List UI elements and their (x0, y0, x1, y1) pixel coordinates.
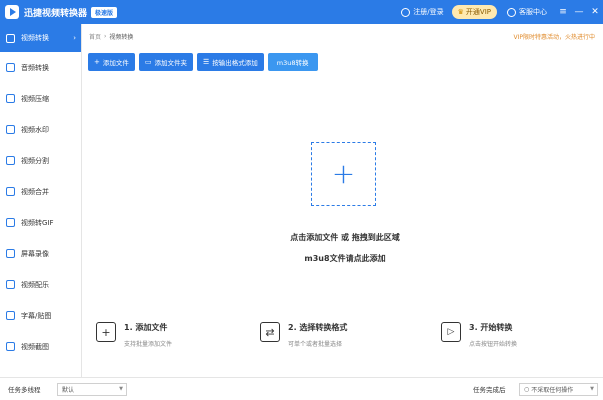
steps-guide: + 1. 添加文件 支持批量添加文件 ⇄ 2. 选择转换格式 可单个或者批量选择… (96, 322, 596, 354)
sidebar-item-label: 视频转GIF (21, 218, 54, 227)
minimize-icon[interactable]: — (571, 0, 587, 24)
chevron-right-icon: › (73, 34, 76, 42)
close-icon[interactable]: ✕ (587, 0, 603, 24)
user-icon (401, 7, 411, 17)
menu-icon[interactable]: ≡ (555, 0, 571, 24)
breadcrumb-current: 视频转换 (109, 33, 134, 41)
service-label: 客服中心 (519, 8, 547, 16)
subtitle-icon (6, 311, 15, 320)
screen-record-icon (6, 249, 15, 258)
breadcrumb-separator: › (104, 32, 107, 40)
vip-label: 开通VIP (465, 8, 491, 16)
add-file-icon: + (96, 322, 116, 342)
m3u8-add-link[interactable]: m3u8文件请点此添加 (250, 253, 440, 264)
compress-icon (6, 94, 15, 103)
step-desc: 可单个或者批量选择 (288, 341, 343, 348)
plus-icon: + (94, 58, 100, 66)
chevron-down-icon: ▼ (590, 386, 594, 392)
app-logo-icon (5, 5, 19, 19)
step-title: 1. 添加文件 (124, 323, 168, 332)
crown-icon: ♛ (457, 8, 464, 16)
sidebar-item-video-screenshot[interactable]: 视频截图 (0, 331, 81, 362)
add-file-label: 添加文件 (102, 59, 129, 67)
folder-icon: ▭ (144, 58, 152, 66)
vip-button[interactable]: ♛ 开通VIP (451, 5, 497, 19)
sidebar-item-label: 音频转换 (21, 63, 49, 72)
threads-value: 默认 (62, 386, 75, 394)
title-bar: 迅捷视频转换器 极速版 注册/登录 ♛ 开通VIP 客服中心 ≡ — ✕ (0, 0, 603, 24)
step-add-file: + 1. 添加文件 支持批量添加文件 (96, 322, 172, 348)
threads-select[interactable]: 默认 ▼ (57, 382, 127, 396)
sidebar-item-subtitle-sticker[interactable]: 字幕/贴图 (0, 300, 81, 331)
after-task-label: 任务完成后 (473, 386, 506, 394)
sidebar-item-label: 视频截图 (21, 342, 49, 351)
sidebar-item-video-merge[interactable]: 视频合并 (0, 176, 81, 207)
swap-icon: ⇄ (260, 322, 280, 342)
m3u8-convert-button[interactable]: m3u8转换 (267, 53, 318, 71)
after-task-value: 不采取任何操作 (531, 386, 574, 394)
sidebar: 视频转换 › 音频转换 视频压缩 视频水印 视频分割 视频合并 视频转GIF 屏… (0, 24, 82, 377)
edition-badge: 极速版 (91, 6, 118, 18)
add-folder-button[interactable]: ▭ 添加文件夹 (138, 53, 193, 71)
audio-icon (6, 63, 15, 72)
drop-zone[interactable]: + (311, 142, 376, 206)
play-icon: ▷ (441, 322, 461, 342)
split-icon (6, 156, 15, 165)
sidebar-item-video-watermark[interactable]: 视频水印 (0, 114, 81, 145)
status-bar: 任务多线程 默认 ▼ 任务完成后 ○ 不采取任何操作 ▼ (0, 377, 603, 400)
merge-icon (6, 187, 15, 196)
sidebar-item-video-gif[interactable]: 视频转GIF (0, 207, 81, 238)
breadcrumb: 首页 › 视频转换 VIP限时特惠活动，火热进行中 (83, 27, 603, 45)
step-select-format: ⇄ 2. 选择转换格式 可单个或者批量选择 (260, 322, 347, 348)
add-folder-label: 添加文件夹 (154, 59, 188, 67)
toolbar: + 添加文件 ▭ 添加文件夹 ☰ 按输出格式添加 m3u8转换 (88, 53, 322, 71)
sidebar-item-label: 视频合并 (21, 187, 49, 196)
step-desc: 点击按钮开始转换 (469, 341, 518, 348)
sidebar-item-audio-convert[interactable]: 音频转换 (0, 52, 81, 83)
drop-hint[interactable]: 点击添加文件 或 拖拽到此区域 (250, 232, 440, 243)
chevron-down-icon: ▼ (119, 386, 123, 392)
sidebar-item-video-music[interactable]: 视频配乐 (0, 269, 81, 300)
list-icon: ☰ (203, 58, 210, 66)
chat-icon (507, 7, 516, 17)
step-desc: 支持批量添加文件 (124, 341, 173, 348)
add-file-button[interactable]: + 添加文件 (88, 53, 135, 71)
app-title: 迅捷视频转换器 (24, 8, 88, 19)
sidebar-item-video-split[interactable]: 视频分割 (0, 145, 81, 176)
threads-label: 任务多线程 (8, 386, 41, 394)
watermark-icon (6, 125, 15, 134)
gif-icon (6, 218, 15, 227)
service-center-link[interactable]: 客服中心 (507, 7, 547, 17)
sidebar-item-label: 屏幕录像 (21, 249, 49, 258)
step-title: 3. 开始转换 (469, 323, 513, 332)
batch-add-button[interactable]: ☰ 按输出格式添加 (197, 53, 264, 71)
screenshot-icon (6, 342, 15, 351)
music-icon (6, 280, 15, 289)
breadcrumb-home[interactable]: 首页 (89, 32, 101, 41)
sidebar-item-label: 视频分割 (21, 156, 49, 165)
sidebar-item-label: 视频配乐 (21, 280, 49, 289)
sidebar-item-screen-record[interactable]: 屏幕录像 (0, 238, 81, 269)
sidebar-item-label: 视频转换 (21, 34, 49, 42)
step-start-convert: ▷ 3. 开始转换 点击按钮开始转换 (441, 322, 517, 348)
m3u8-label: m3u8转换 (276, 59, 309, 67)
sidebar-item-video-compress[interactable]: 视频压缩 (0, 83, 81, 114)
batch-add-label: 按输出格式添加 (212, 59, 258, 67)
video-convert-icon (6, 33, 15, 43)
sidebar-item-label: 视频压缩 (21, 94, 49, 103)
radio-icon: ○ (524, 385, 530, 393)
add-plus-icon: + (331, 157, 356, 190)
sidebar-item-video-convert[interactable]: 视频转换 › (0, 24, 81, 52)
login-label: 注册/登录 (413, 8, 444, 16)
login-link[interactable]: 注册/登录 (401, 7, 444, 17)
sidebar-item-label: 字幕/贴图 (21, 311, 52, 320)
after-task-select[interactable]: ○ 不采取任何操作 ▼ (519, 382, 598, 396)
promo-link[interactable]: VIP限时特惠活动，火热进行中 (514, 32, 596, 41)
sidebar-item-label: 视频水印 (21, 125, 49, 134)
step-title: 2. 选择转换格式 (288, 323, 348, 332)
